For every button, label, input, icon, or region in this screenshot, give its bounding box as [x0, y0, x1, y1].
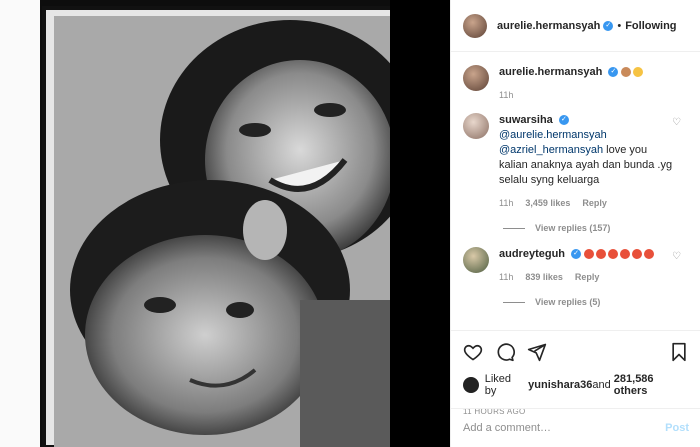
heart-eyes-emoji-icon: [644, 249, 655, 260]
view-replies-button[interactable]: View replies (5): [503, 297, 689, 307]
backdrop: [0, 0, 40, 447]
comment-username[interactable]: audreyteguh: [499, 248, 565, 260]
heart-eyes-emoji-icon: [584, 249, 595, 260]
post-comment-button[interactable]: Post: [665, 422, 689, 434]
view-replies-label: View replies (5): [535, 297, 601, 307]
caption-body: aurelie.hermansyah ✓ 11h: [499, 65, 674, 103]
separator-dot: •: [617, 19, 622, 32]
replies-divider: [503, 227, 525, 229]
likes-middle: and: [592, 379, 611, 391]
comment-username[interactable]: suwarsiha: [499, 114, 553, 126]
heart-eyes-emoji-icon: [632, 249, 643, 260]
comment-meta: 11h 839 likes Reply: [499, 270, 674, 285]
comment-item: audreyteguh ✓ 11h 839 likes Reply ♡: [463, 247, 689, 285]
heart-icon[interactable]: ♡: [672, 117, 681, 128]
verified-icon: ✓: [608, 67, 619, 78]
post-photo[interactable]: [40, 0, 450, 447]
author-avatar[interactable]: [463, 13, 487, 38]
post-modal: aurelie.hermansyah ✓ • Following aurelie…: [0, 0, 700, 447]
hugging-face-emoji-icon: [633, 67, 644, 78]
action-icons: [463, 341, 689, 363]
comment-body: suwarsiha ✓ @aurelie.hermansyah @azriel_…: [499, 113, 674, 211]
comment-mention[interactable]: @azriel_hermansyah: [499, 144, 603, 156]
reply-button[interactable]: Reply: [582, 196, 607, 211]
praying-hands-emoji-icon: [621, 67, 632, 78]
commenter-avatar[interactable]: [463, 247, 489, 273]
comment-time[interactable]: 11h: [499, 270, 513, 285]
comment-item: suwarsiha ✓ @aurelie.hermansyah @azriel_…: [463, 113, 689, 211]
liker-username[interactable]: yunishara36: [528, 379, 592, 391]
view-replies-label: View replies (157): [535, 223, 611, 233]
comment-meta: 11h 3,459 likes Reply: [499, 196, 674, 211]
heart-eyes-emoji-icon: [620, 249, 631, 260]
post-actions: Liked by yunishara36 and 281,586 others …: [451, 330, 700, 416]
caption-avatar[interactable]: [463, 65, 489, 91]
view-replies-button[interactable]: View replies (157): [503, 223, 689, 233]
comments-list: aurelie.hermansyah ✓ 11h suwarsiha ✓ @au…: [451, 53, 700, 328]
likes-summary: Liked by yunishara36 and 281,586 others: [463, 373, 689, 397]
share-icon[interactable]: [527, 342, 547, 362]
following-button[interactable]: Following: [625, 20, 676, 32]
bookmark-icon[interactable]: [669, 342, 689, 362]
caption-meta: 11h: [499, 88, 674, 103]
likes-count[interactable]: 281,586 others: [614, 373, 689, 397]
verified-icon: ✓: [603, 20, 614, 31]
verified-icon: ✓: [571, 249, 582, 260]
post-header: aurelie.hermansyah ✓ • Following: [451, 0, 700, 52]
replies-divider: [503, 301, 525, 303]
verified-icon: ✓: [558, 115, 569, 126]
comment-mention[interactable]: @aurelie.hermansyah: [499, 129, 607, 141]
commenter-avatar[interactable]: [463, 113, 489, 139]
reply-button[interactable]: Reply: [575, 270, 600, 285]
comment-likes[interactable]: 839 likes: [525, 270, 563, 285]
heart-icon[interactable]: ♡: [672, 251, 681, 262]
liker-avatar[interactable]: [463, 377, 479, 393]
likes-prefix: Liked by: [484, 373, 512, 397]
comment-body: audreyteguh ✓ 11h 839 likes Reply: [499, 247, 674, 285]
add-comment-input[interactable]: [463, 422, 666, 434]
caption-username[interactable]: aurelie.hermansyah: [499, 66, 602, 78]
comment-icon[interactable]: [495, 342, 515, 362]
comment-time[interactable]: 11h: [499, 196, 513, 211]
caption: aurelie.hermansyah ✓ 11h: [463, 65, 689, 103]
heart-icon[interactable]: [463, 342, 483, 362]
comment-likes[interactable]: 3,459 likes: [525, 196, 570, 211]
author-username[interactable]: aurelie.hermansyah: [497, 20, 600, 32]
caption-time[interactable]: 11h: [499, 88, 513, 103]
post-side-panel: aurelie.hermansyah ✓ • Following aurelie…: [450, 0, 700, 447]
add-comment-bar: Post: [451, 408, 700, 447]
photo-image: [40, 0, 450, 447]
heart-eyes-emoji-icon: [596, 249, 607, 260]
heart-eyes-emoji-icon: [608, 249, 619, 260]
